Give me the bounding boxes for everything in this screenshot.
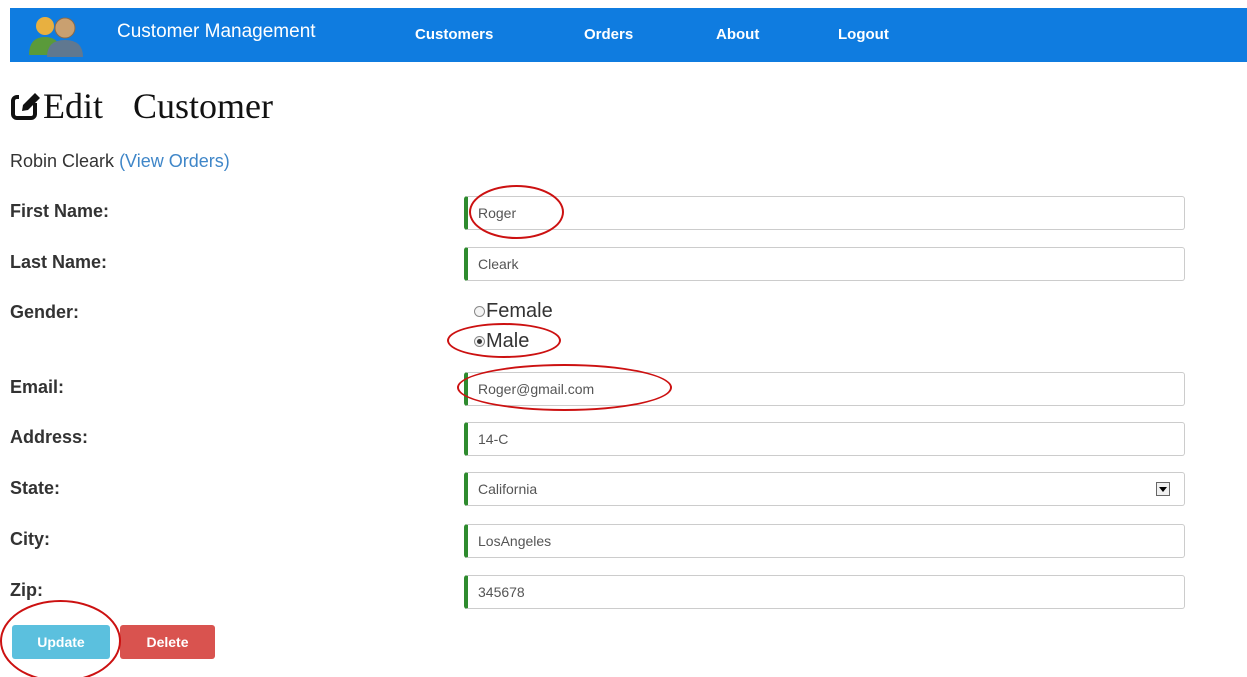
title-customer: Customer [133,86,273,126]
zip-field[interactable] [464,575,1185,609]
state-selected-value: California [478,481,538,497]
zip-label: Zip: [10,580,43,600]
users-icon[interactable] [25,13,87,57]
city-field[interactable] [464,524,1185,558]
page: Customer Management Customers Orders Abo… [0,0,1247,677]
nav-customers[interactable]: Customers [415,26,493,43]
title-edit: Edit [43,86,103,126]
first-name-field[interactable] [464,196,1185,230]
email-field[interactable] [464,372,1185,406]
gender-label: Gender: [10,302,80,322]
city-label: City: [10,529,50,549]
view-orders-link[interactable]: (View Orders) [119,151,230,171]
customer-name: Robin Cleark [10,151,115,171]
chevron-down-icon[interactable] [1156,482,1170,496]
gender-female-option[interactable]: Female [474,300,553,323]
state-select[interactable]: California [464,472,1185,506]
last-name-label: Last Name: [10,252,108,272]
delete-button[interactable]: Delete [120,625,215,659]
first-name-label: First Name: [10,201,110,221]
nav-orders[interactable]: Orders [584,26,633,43]
last-name-field[interactable] [464,247,1185,281]
update-button[interactable]: Update [12,625,110,659]
email-label: Email: [10,377,65,397]
female-radio[interactable] [474,306,485,317]
edit-icon [11,93,41,120]
gender-male-option[interactable]: Male [474,330,529,353]
navbar: Customer Management Customers Orders Abo… [10,8,1247,62]
address-label: Address: [10,427,89,447]
state-label: State: [10,478,61,498]
male-label: Male [486,330,530,352]
female-label: Female [486,300,553,322]
customer-subtitle: Robin Cleark (View Orders) [10,151,230,172]
page-title: Edit Customer [10,84,273,128]
male-radio[interactable] [474,336,485,347]
nav-logout[interactable]: Logout [838,26,889,43]
address-field[interactable] [464,422,1185,456]
nav-about[interactable]: About [716,26,759,43]
brand-title[interactable]: Customer Management [117,21,316,43]
